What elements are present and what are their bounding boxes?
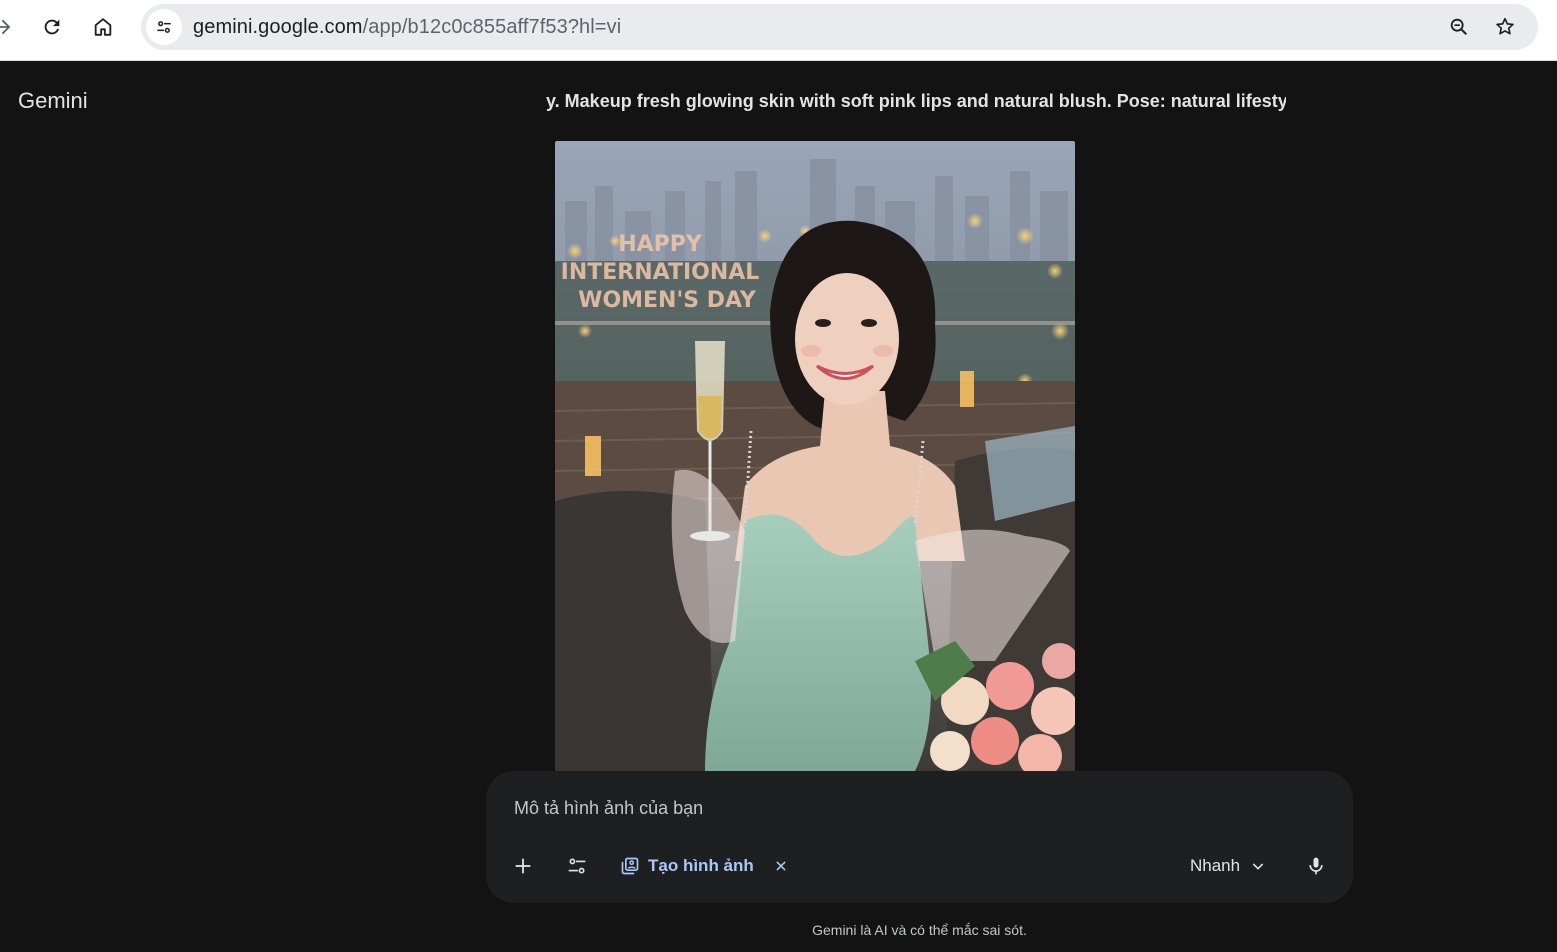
chevron-down-icon [1252, 863, 1264, 870]
gemini-logo-text[interactable]: Gemini [18, 88, 88, 114]
home-icon [94, 18, 112, 36]
tools-icon [568, 858, 586, 874]
create-image-chip-label: Tạo hình ảnh [648, 856, 754, 875]
url-domain: gemini.google.com [193, 16, 363, 38]
prompt-composer[interactable]: Mô tả hình ảnh của bạn Tạo hình ảnh Nhan… [486, 771, 1353, 903]
reload-button[interactable] [35, 10, 69, 44]
ai-disclaimer: Gemini là AI và có thể mắc sai sót. [812, 922, 1027, 938]
reload-icon [44, 19, 60, 35]
create-image-chip[interactable]: Tạo hình ảnh [620, 851, 792, 881]
url-path: /app/b12c0c855aff7f53?hl=vi [362, 16, 622, 38]
browser-toolbar: gemini.google.com/app/b12c0c855aff7f53?h… [0, 0, 1557, 61]
generated-image[interactable]: HAPPY INTERNATIONAL WOMEN'S DAY [555, 141, 1075, 771]
url-text[interactable]: gemini.google.com/app/b12c0c855aff7f53?h… [193, 16, 621, 39]
bookmark-star-icon [1496, 17, 1514, 35]
address-bar[interactable]: gemini.google.com/app/b12c0c855aff7f53?h… [141, 4, 1538, 50]
home-button[interactable] [86, 10, 120, 44]
add-attachment-button[interactable] [508, 851, 538, 881]
plus-icon [515, 858, 531, 874]
zoom-button[interactable] [1447, 15, 1471, 39]
tools-button[interactable] [562, 851, 592, 881]
prompt-input[interactable]: Mô tả hình ảnh của bạn [514, 798, 703, 819]
image-gen-icon [621, 857, 639, 875]
site-info-button[interactable] [146, 9, 182, 45]
model-mode-label: Nhanh [1190, 856, 1241, 875]
sign-line-3: WOMEN'S DAY [578, 288, 757, 313]
close-icon [776, 861, 786, 871]
mic-icon [1309, 857, 1323, 875]
user-prompt-text: y. Makeup fresh glowing skin with soft p… [546, 91, 1286, 111]
sign-line-2: INTERNATIONAL [561, 260, 760, 285]
zoom-icon [1450, 18, 1468, 36]
model-mode-selector[interactable]: Nhanh [1190, 851, 1266, 881]
sign-line-1: HAPPY [618, 232, 703, 257]
forward-arrow-icon [0, 19, 11, 35]
site-info-icon [157, 21, 171, 33]
generated-image-illustration: HAPPY INTERNATIONAL WOMEN'S DAY [555, 141, 1075, 771]
remove-chip-button[interactable] [770, 855, 792, 877]
forward-button[interactable] [0, 10, 20, 44]
bookmark-button[interactable] [1493, 15, 1517, 39]
microphone-button[interactable] [1301, 851, 1331, 881]
